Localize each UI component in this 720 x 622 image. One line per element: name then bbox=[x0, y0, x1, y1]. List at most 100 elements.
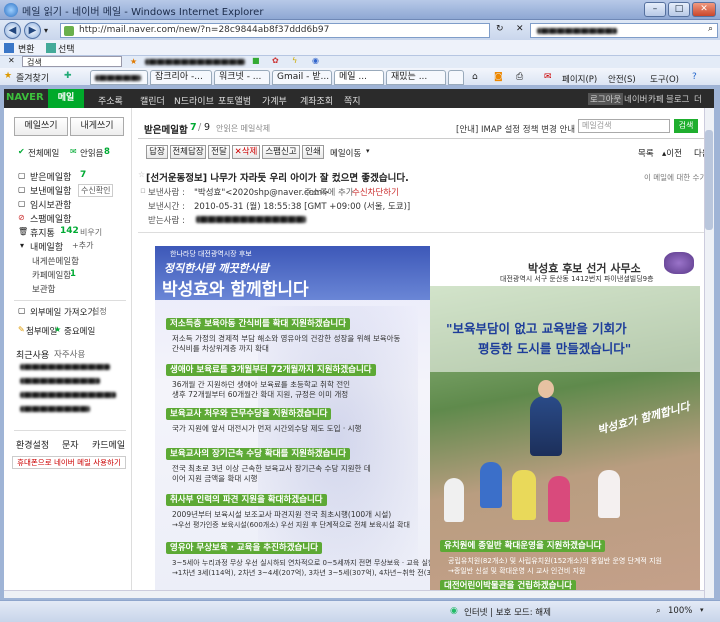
block-sender-link[interactable]: 수신차단하기 bbox=[352, 186, 399, 198]
delete-button[interactable]: ✕삭제 bbox=[232, 145, 260, 159]
zoom-level[interactable]: 100% bbox=[668, 606, 692, 616]
subfolder-cafe[interactable]: 카페메일함 bbox=[32, 269, 71, 281]
nav-ndrive[interactable]: N드라이브 bbox=[174, 94, 214, 107]
forward-icon[interactable]: ▶ bbox=[24, 22, 41, 39]
expand-icon[interactable]: ▾ bbox=[20, 241, 24, 250]
subfolder-archive[interactable]: 보관함 bbox=[32, 283, 55, 295]
move-dropdown-icon[interactable]: ▾ bbox=[366, 147, 370, 155]
tab-3[interactable]: Gmail - 받... bbox=[272, 70, 332, 85]
url-field[interactable]: http://mail.naver.com/new/?n=28c9844ab8f… bbox=[60, 23, 490, 38]
all-mail-link[interactable]: 전체메일 bbox=[28, 147, 59, 159]
folder-trash[interactable]: 휴지통 bbox=[30, 226, 55, 239]
nav-photo-album[interactable]: 포토앨범 bbox=[218, 94, 251, 107]
external-settings-link[interactable]: 설정 bbox=[92, 306, 107, 317]
feed-icon[interactable]: ◙ bbox=[494, 72, 503, 82]
expand-sender-icon[interactable]: ▫ bbox=[140, 186, 146, 196]
mail-icon[interactable]: ✉ bbox=[544, 72, 552, 82]
list-link[interactable]: 목록 bbox=[638, 147, 654, 159]
mobile-mail-link[interactable]: 휴대폰으로 네이버 메일 사용하기 bbox=[12, 456, 126, 469]
blog-link[interactable]: 블로그 bbox=[666, 93, 689, 105]
zoom-icon[interactable]: ⌕ bbox=[656, 606, 661, 616]
settings-link[interactable]: 환경설정 bbox=[16, 438, 49, 451]
subfolder-tome[interactable]: 내게쓴메일함 bbox=[32, 255, 79, 267]
star-icon[interactable]: ★ bbox=[130, 57, 137, 66]
add-folder-link[interactable]: +추가 bbox=[72, 240, 93, 251]
naver-logo[interactable]: NAVER bbox=[6, 92, 44, 103]
tab-4[interactable]: 메일 ... bbox=[334, 70, 384, 85]
tab-5[interactable]: 재밌는 ... bbox=[386, 70, 446, 85]
print-button[interactable]: 인쇄 bbox=[302, 145, 324, 159]
forward-button[interactable]: 전달 bbox=[208, 145, 230, 159]
folder-inbox[interactable]: 받은메일함 bbox=[30, 170, 71, 183]
scroll-thumb[interactable] bbox=[705, 130, 713, 230]
add-to-addressbook-link[interactable]: 주소록에 추가 bbox=[304, 186, 354, 198]
nav-household[interactable]: 가계부 bbox=[262, 94, 287, 107]
page-menu[interactable]: 페이지(P) bbox=[562, 73, 597, 85]
mail-search-input[interactable]: 메일검색 bbox=[578, 119, 670, 133]
tools-menu[interactable]: 도구(O) bbox=[650, 73, 679, 85]
nav-mail[interactable]: 메일 bbox=[48, 89, 84, 108]
logout-link[interactable]: 로그아웃 bbox=[588, 93, 624, 105]
tab-0[interactable] bbox=[90, 70, 148, 85]
sms-link[interactable]: 문자 bbox=[62, 438, 79, 451]
minimize-button[interactable]: – bbox=[644, 2, 666, 17]
move-mail-dropdown[interactable]: 메일이동 bbox=[330, 147, 361, 159]
attachment-mail-link[interactable]: 첨부메일 bbox=[26, 325, 57, 337]
history-dropdown-icon[interactable]: ▾ bbox=[44, 26, 48, 35]
maximize-button[interactable]: □ bbox=[668, 2, 690, 17]
mail-search-button[interactable]: 검색 bbox=[674, 119, 698, 133]
folder-spam[interactable]: 스팸메일함 bbox=[30, 212, 71, 225]
zoom-dropdown-icon[interactable]: ▾ bbox=[700, 606, 704, 614]
help-icon[interactable]: ? bbox=[692, 72, 697, 82]
read-receipt-link[interactable]: 수신확인 bbox=[78, 184, 114, 197]
search-box[interactable]: ⌕ bbox=[530, 23, 718, 38]
favorites-label[interactable]: 즐겨찾기 bbox=[16, 71, 49, 84]
stop-icon[interactable]: ✕ bbox=[516, 24, 530, 37]
bookmark-icon[interactable]: ✿ bbox=[272, 56, 279, 65]
external-mail-link[interactable]: 외부메일 가져오기 bbox=[30, 306, 95, 318]
more-link[interactable]: 더 bbox=[694, 93, 702, 105]
cafe-link[interactable]: 카페 bbox=[648, 93, 664, 105]
mail-note[interactable]: 이 메일에 대한 수기착 bbox=[644, 172, 713, 183]
imap-notice-link[interactable]: [안내] IMAP 설정 정책 변경 안내 bbox=[456, 123, 575, 135]
unread-link[interactable]: 안읽음 bbox=[80, 147, 103, 159]
folder-my[interactable]: 내메일함 bbox=[30, 240, 63, 253]
write-to-me-button[interactable]: 내게쓰기 bbox=[70, 117, 124, 136]
prev-link[interactable]: ▴이전 bbox=[662, 147, 682, 159]
lightning-icon[interactable]: ϟ bbox=[292, 56, 297, 65]
print-icon[interactable]: ⎙ bbox=[516, 72, 523, 82]
recent-header[interactable]: 최근사용 bbox=[16, 348, 49, 361]
reply-button[interactable]: 답장 bbox=[146, 145, 168, 159]
compose-button[interactable]: 메일쓰기 bbox=[14, 117, 68, 136]
spam-report-button[interactable]: 스팸신고 bbox=[262, 145, 300, 159]
refresh-icon[interactable]: ↻ bbox=[496, 24, 516, 37]
folder-drafts[interactable]: 임시보관함 bbox=[30, 198, 71, 211]
horizontal-scrollbar[interactable] bbox=[4, 590, 704, 598]
tab-1[interactable]: 잡크리아 -... bbox=[150, 70, 212, 85]
globe-icon[interactable]: ◉ bbox=[312, 56, 319, 65]
naver-link[interactable]: 네이버 bbox=[624, 93, 647, 105]
frequent-tab[interactable]: 자주사용 bbox=[54, 348, 85, 360]
nav-addressbook[interactable]: 주소록 bbox=[98, 94, 123, 107]
search-icon[interactable]: ⌕ bbox=[708, 24, 713, 34]
nav-calendar[interactable]: 캘린더 bbox=[140, 94, 165, 107]
tab-2[interactable]: 워크넷 - ... bbox=[214, 70, 270, 85]
close-button[interactable]: ✕ bbox=[692, 2, 716, 17]
add-favorites-icon[interactable]: ✚ bbox=[64, 71, 72, 81]
important-mail-link[interactable]: 중요메일 bbox=[64, 325, 95, 337]
menu-select[interactable]: 선택 bbox=[58, 42, 75, 55]
new-tab-button[interactable] bbox=[448, 70, 464, 85]
empty-trash-link[interactable]: 비우기 bbox=[80, 227, 102, 238]
nav-memo[interactable]: 쪽지 bbox=[344, 94, 361, 107]
reply-all-button[interactable]: 전체답장 bbox=[170, 145, 206, 159]
toolbar-btn-icon[interactable]: ■ bbox=[252, 56, 260, 65]
nav-account[interactable]: 계좌조회 bbox=[300, 94, 333, 107]
home-icon[interactable]: ⌂ bbox=[472, 72, 478, 82]
card-mail-link[interactable]: 카드메일 bbox=[92, 438, 125, 451]
search-toolbar-field[interactable]: 검색 bbox=[22, 56, 122, 67]
star-toggle-icon[interactable]: ☆ bbox=[138, 170, 145, 179]
delete-unread-link[interactable]: 안읽은 메일삭제 bbox=[216, 123, 270, 134]
safety-menu[interactable]: 안전(S) bbox=[608, 73, 636, 85]
menu-convert[interactable]: 변환 bbox=[18, 42, 35, 55]
folder-sent[interactable]: 보낸메일함 bbox=[30, 184, 71, 197]
